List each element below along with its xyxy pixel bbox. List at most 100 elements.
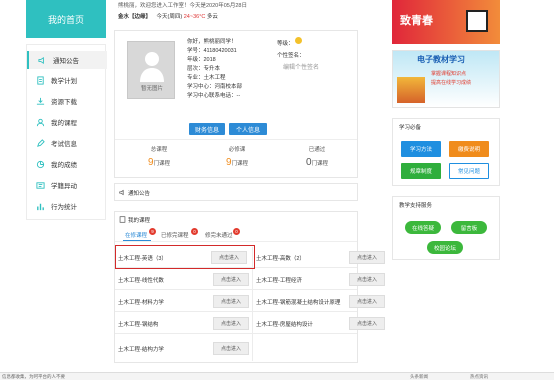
sidebar-item-label: 教学计划 [51,78,77,85]
speaker-icon [119,189,126,198]
course-row: 土木工程-钢筋混凝土结构设计原理 点击进入 [253,291,385,312]
weather-day: 今天(周四) [156,14,183,20]
service-panel: 教学支持服务 在线答疑 留言板 校园论坛 [392,196,500,260]
courses-title: 我的课程 [128,218,151,224]
service-title: 教学支持服务 [399,203,433,209]
faq-tile[interactable]: 常见问题 [449,163,489,179]
course-row: 土木工程-线性代数 点击进入 [115,269,252,290]
study-method-tile[interactable]: 学习方法 [401,141,441,157]
avatar: 暂无图片 [127,41,175,99]
tab-completed[interactable]: 已修完课程 [161,231,189,239]
enter-course-button[interactable]: 点击进入 [213,295,249,308]
tools-title: 学习必备 [399,125,422,131]
stat-unit: 门课程 [153,161,171,167]
course-name: 土木工程-高数（2） [256,256,305,262]
course-row: 土木工程-材料力学 点击进入 [115,291,252,312]
sidebar-item-course[interactable]: 我的课程 [27,113,107,131]
enter-course-button[interactable]: 点击进入 [349,317,385,330]
sidebar-item-plan[interactable]: 教学计划 [27,71,107,89]
course-row: 土木工程-工程经济 点击进入 [253,269,385,290]
course-row: 土木工程-房屋结构设计 点击进入 [253,313,385,334]
profile-card: 暂无图片 你好，熊桃丽同学！ 学号：41180420031 年级：2018 层次… [114,30,358,178]
status-item[interactable]: 热点资讯 [470,374,488,380]
download-icon [35,96,45,106]
courses-panel: 我的课程 在修课程 9 已修完课程 0 修完未通过 0 土木工程-英语（3） 点… [114,211,385,363]
sidebar-item-label: 我的课程 [51,120,77,127]
weather-bar: 金水【边缘】 今天(周四) 24~36°C 多云 [118,12,218,20]
sidebar: 通知公告 教学计划 资源下载 我的课程 考试信息 我的成绩 学籍异动 行为统计 [26,44,107,220]
sidebar-item-label: 通知公告 [53,58,79,65]
person-icon [35,117,45,127]
tab-badge: 0 [191,228,198,235]
profile-student-no: 学号：41180420031 [187,48,237,54]
enter-course-button[interactable]: 点击进入 [213,342,249,355]
stat-total: 总课程 9门课程 [129,145,189,168]
profile-divider [115,139,357,140]
personal-info-button[interactable]: 个人信息 [229,123,267,135]
rank-label: 等级： [277,41,294,47]
document-icon [35,75,45,85]
sidebar-item-score[interactable]: 我的成绩 [27,155,107,173]
enter-course-button[interactable]: 点击进入 [349,295,385,308]
sidebar-title[interactable]: 我的首页 [26,0,106,38]
sidebar-item-label: 资源下载 [51,99,77,106]
enter-course-button[interactable]: 点击进入 [349,251,385,264]
course-name: 土木工程-房屋结构设计 [256,322,313,328]
course-name: 土木工程-钢筋混凝土结构设计原理 [256,300,341,306]
banner-ebook[interactable]: 电子教材学习 掌握课程知识点 提高在线学习成绩 [392,50,500,108]
stat-required: 必修课 9门课程 [207,145,267,168]
stat-unit: 门课程 [231,161,249,167]
tile-label: 常见问题 [457,169,480,175]
finance-info-button[interactable]: 财务信息 [189,123,225,135]
course-name: 土木工程-线性代数 [118,278,164,284]
speaker-icon [37,55,47,65]
course-row: 土木工程-结构力学 点击进入 [115,338,252,359]
tab-label: 修完未通过 [205,233,233,239]
pencil-icon [35,138,45,148]
stat-unit: 门课程 [311,161,329,167]
profile-greeting: 你好，熊桃丽同学！ [187,39,237,45]
message-board-button[interactable]: 留言板 [451,221,487,234]
course-name: 土木工程-材料力学 [118,300,164,306]
weather-temp: 24~36°C [183,14,206,20]
avatar-placeholder-icon [140,52,164,82]
tile-label: 学习方法 [409,147,432,153]
avatar-caption: 暂无图片 [140,86,163,92]
status-bar: 信息都收集，为呵平台的人不要 头条新闻 热点资讯 [0,372,554,380]
edit-signature-link[interactable]: 编辑个性签名 [283,62,319,71]
sidebar-item-download[interactable]: 资源下载 [27,92,107,110]
sidebar-item-stats[interactable]: 行为统计 [27,197,107,215]
tools-panel: 学习必备 学习方法 缴费说明 规章制度 常见问题 [392,118,500,186]
id-card-icon [35,180,45,190]
stat-title: 总课程 [150,147,168,153]
tile-label: 缴费说明 [457,147,480,153]
status-item[interactable]: 头条新闻 [410,374,428,380]
tab-in-progress[interactable]: 在修课程 [125,231,147,239]
weather-desc: 多云 [206,14,218,20]
enter-course-button[interactable]: 点击进入 [213,273,249,286]
tab-badge: 0 [233,228,240,235]
sidebar-item-notice[interactable]: 通知公告 [27,51,107,69]
banner-ebook-title: 电子教材学习 [417,55,465,64]
stat-title: 必修课 [228,147,246,153]
rules-tile[interactable]: 规章制度 [401,163,441,179]
online-qa-button[interactable]: 在线答疑 [405,221,441,234]
tab-failed[interactable]: 修完未通过 [205,231,233,239]
notice-title: 通知公告 [128,191,151,197]
course-row: 土木工程-高数（2） 点击进入 [253,247,385,268]
tab-bar-divider [115,241,357,242]
tab-label: 已修完课程 [161,233,189,239]
banner-ebook-line1: 掌握课程知识点 [431,71,467,77]
enter-course-button[interactable]: 点击进入 [213,317,249,330]
sidebar-item-status[interactable]: 学籍异动 [27,176,107,194]
campus-forum-button[interactable]: 校园论坛 [427,241,463,254]
profile-center: 学习中心：河南校本部 [187,84,243,90]
sidebar-item-exam[interactable]: 考试信息 [27,134,107,152]
welcome-text: 熊桃丽，欢迎您进入工作室！今天是2020年05月28日 [118,3,247,9]
sidebar-item-label: 学籍异动 [51,183,77,190]
notice-panel[interactable]: 通知公告 [114,183,358,201]
payment-guide-tile[interactable]: 缴费说明 [449,141,489,157]
course-name: 土木工程-钢结构 [118,322,159,328]
enter-course-button[interactable]: 点击进入 [349,273,385,286]
banner-youth[interactable]: 致青春 [392,0,500,44]
